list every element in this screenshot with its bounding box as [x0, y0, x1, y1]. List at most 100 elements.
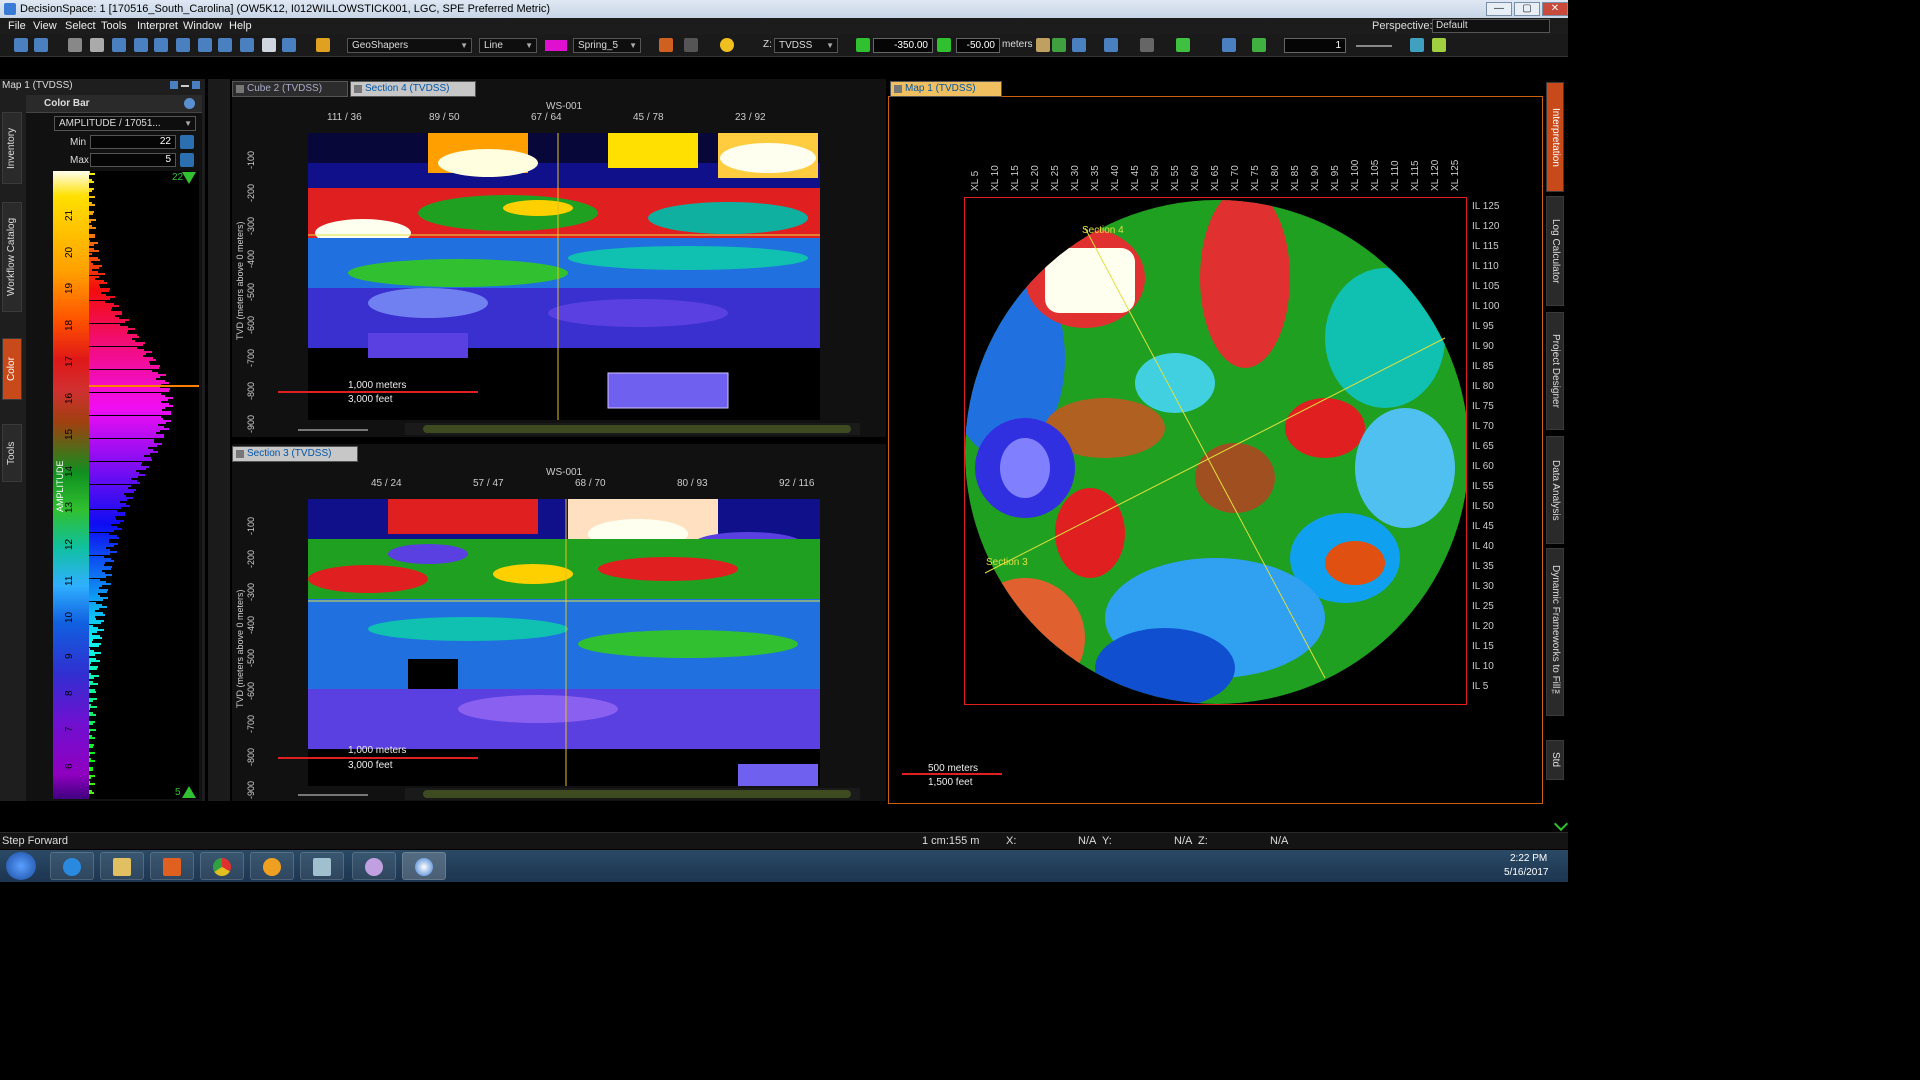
cut-icon[interactable]: [90, 38, 104, 52]
undo-icon[interactable]: [659, 38, 673, 52]
dock-restore-icon[interactable]: [170, 81, 178, 89]
tab-std[interactable]: Std: [1546, 740, 1564, 780]
tab-data-analysis[interactable]: Data Analysis: [1546, 436, 1564, 544]
start-button[interactable]: [6, 852, 36, 880]
line-select[interactable]: Line ▼: [479, 38, 537, 53]
tab-cube2[interactable]: Cube 2 (TVDSS): [232, 81, 348, 97]
home-icon[interactable]: [1052, 38, 1066, 52]
section3-viewport[interactable]: [308, 499, 820, 786]
section3-zoom-slider[interactable]: [298, 794, 368, 796]
map-xl-tick: XL 95: [1330, 165, 1341, 191]
frame-field[interactable]: 1: [1284, 38, 1346, 53]
maximize-button[interactable]: ▢: [1514, 2, 1540, 16]
section3-h-scrollbar[interactable]: [405, 788, 860, 800]
map-il-tick: IL 115: [1472, 241, 1499, 252]
taskbar-explorer[interactable]: [100, 852, 144, 880]
redo-icon[interactable]: [684, 38, 698, 52]
map-xl-tick: XL 125: [1450, 159, 1461, 191]
layers-icon[interactable]: [198, 38, 212, 52]
bookmark-icon[interactable]: [1104, 38, 1118, 52]
min-field[interactable]: 22: [90, 135, 176, 149]
crosshair-icon[interactable]: [1432, 38, 1446, 52]
taskbar-media[interactable]: [150, 852, 194, 880]
tab-interpretation[interactable]: Interpretation: [1546, 82, 1564, 192]
flag-icon[interactable]: [1140, 38, 1154, 52]
top-marker-handle[interactable]: [182, 172, 196, 184]
pencil-icon[interactable]: [316, 38, 330, 52]
stack-icon[interactable]: [262, 38, 276, 52]
taskbar-app6[interactable]: [300, 852, 344, 880]
menu-help[interactable]: Help: [229, 20, 252, 32]
tab-project-designer[interactable]: Project Designer: [1546, 312, 1564, 430]
tab-tools[interactable]: Tools: [2, 424, 22, 482]
taskbar-app5[interactable]: [250, 852, 294, 880]
help-icon[interactable]: [184, 98, 195, 109]
taskbar-chrome[interactable]: [200, 852, 244, 880]
tab-section4[interactable]: Section 4 (TVDSS): [350, 81, 476, 97]
color-swatch[interactable]: [545, 40, 567, 51]
tab-color[interactable]: Color: [2, 338, 22, 400]
taskbar-ie[interactable]: [50, 852, 94, 880]
menu-tools[interactable]: Tools: [101, 20, 127, 32]
tab-inventory[interactable]: Inventory: [2, 112, 22, 184]
paste-icon[interactable]: [112, 38, 126, 52]
settings-icon[interactable]: [1036, 38, 1050, 52]
min-reset-icon[interactable]: [180, 135, 194, 149]
tab-log-calculator[interactable]: Log Calculator: [1546, 196, 1564, 306]
map-xl-tick: XL 85: [1290, 165, 1301, 191]
menu-view[interactable]: View: [33, 20, 57, 32]
taskbar-paint[interactable]: [352, 852, 396, 880]
map-xl-tick: XL 110: [1390, 160, 1401, 191]
map-xl-tick: XL 25: [1050, 165, 1061, 191]
tab-dynamic-frameworks[interactable]: Dynamic Frameworks to Fill™: [1546, 548, 1564, 716]
section4-h-scrollbar[interactable]: [405, 423, 860, 435]
tab-section3[interactable]: Section 3 (TVDSS): [232, 446, 358, 462]
taskbar-decisionspace[interactable]: [402, 852, 446, 880]
attribute-select[interactable]: AMPLITUDE / 17051... ▼: [54, 116, 196, 131]
new-icon[interactable]: [14, 38, 28, 52]
window-icon[interactable]: [240, 38, 254, 52]
menu-interpret[interactable]: Interpret: [137, 20, 178, 32]
colormap-select[interactable]: Spring_5 ▼: [573, 38, 641, 53]
minimize-button[interactable]: —: [1486, 2, 1512, 16]
map-viewport[interactable]: [964, 197, 1467, 705]
resize-icon[interactable]: [134, 38, 148, 52]
section4-zoom-slider[interactable]: [298, 429, 368, 431]
perspective-select[interactable]: Default: [1432, 19, 1550, 33]
menu-select[interactable]: Select: [65, 20, 96, 32]
opacity-slider[interactable]: [1356, 45, 1392, 47]
grid-icon[interactable]: [1410, 38, 1424, 52]
open-icon[interactable]: [34, 38, 48, 52]
dock-minimize-icon[interactable]: [181, 85, 189, 87]
globe-icon[interactable]: [154, 38, 168, 52]
refresh-icon[interactable]: [1072, 38, 1086, 52]
sun-icon[interactable]: [720, 38, 734, 52]
section4-viewport[interactable]: [308, 133, 820, 420]
pin-icon[interactable]: [1176, 38, 1190, 52]
step-back-icon[interactable]: [856, 38, 870, 52]
geoshapers-select[interactable]: GeoShapers ▼: [347, 38, 472, 53]
max-field[interactable]: 5: [90, 153, 176, 167]
section4-y-tick: -500: [246, 282, 256, 301]
close-button[interactable]: ✕: [1542, 2, 1568, 16]
z-from-field[interactable]: -350.00: [873, 38, 933, 53]
move-icon[interactable]: [176, 38, 190, 52]
bottom-marker-handle[interactable]: [182, 786, 196, 798]
z-domain-select[interactable]: TVDSS ▼: [774, 38, 838, 53]
menu-file[interactable]: File: [8, 20, 26, 32]
screen-icon[interactable]: [282, 38, 296, 52]
tab-map1[interactable]: Map 1 (TVDSS): [890, 81, 1002, 97]
view3d-icon[interactable]: [218, 38, 232, 52]
menu-window[interactable]: Window: [183, 20, 222, 32]
histogram-bar: [89, 685, 91, 688]
map-xl-tick: XL 80: [1270, 165, 1281, 191]
dock-maximize-icon[interactable]: [192, 81, 200, 89]
max-reset-icon[interactable]: [180, 153, 194, 167]
brush-icon[interactable]: [1222, 38, 1236, 52]
copy-icon[interactable]: [68, 38, 82, 52]
play-icon[interactable]: [937, 38, 951, 52]
ruler-icon[interactable]: [1252, 38, 1266, 52]
z-to-field[interactable]: -50.00: [956, 38, 1000, 53]
map-xl-tick: XL 105: [1370, 159, 1381, 191]
tab-workflow-catalog[interactable]: Workflow Catalog: [2, 202, 22, 312]
